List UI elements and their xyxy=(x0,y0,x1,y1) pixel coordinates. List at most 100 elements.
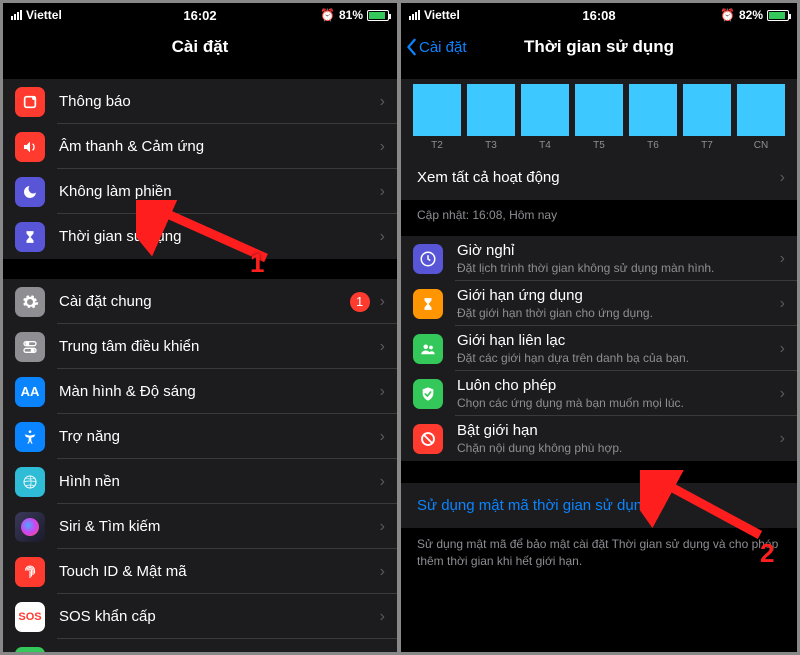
chart-bar xyxy=(683,84,731,136)
row-label: Trợ năng xyxy=(59,428,374,445)
row-always-allowed[interactable]: Luôn cho phép Chọn các ứng dụng mà bạn m… xyxy=(401,371,797,416)
row-display[interactable]: AA Màn hình & Độ sáng › xyxy=(3,369,397,414)
clock: 16:08 xyxy=(582,8,615,23)
nav-bar: Cài đặt Thời gian sử dụng xyxy=(401,27,797,67)
row-sos[interactable]: SOS SOS khẩn cấp › xyxy=(3,594,397,639)
row-battery[interactable]: Pin › xyxy=(3,639,397,655)
row-notifications[interactable]: Thông báo › xyxy=(3,79,397,124)
row-general[interactable]: Cài đặt chung 1 › xyxy=(3,279,397,324)
row-title: Giới hạn ứng dụng xyxy=(457,287,774,304)
chart-bar-label: T4 xyxy=(539,140,551,151)
chart-bar-label: T6 xyxy=(647,140,659,151)
gear-icon xyxy=(15,287,45,317)
nav-bar: Cài đặt xyxy=(3,27,397,67)
battery-icon xyxy=(367,10,389,21)
display-icon: AA xyxy=(15,377,45,407)
row-title: Bật giới hạn xyxy=(457,422,774,439)
chart-bar xyxy=(413,84,461,136)
row-title: Luôn cho phép xyxy=(457,377,774,394)
chart-bar xyxy=(521,84,569,136)
row-label: Trung tâm điều khiển xyxy=(59,338,374,355)
row-controlcenter[interactable]: Trung tâm điều khiển › xyxy=(3,324,397,369)
row-wallpaper[interactable]: Hình nền › xyxy=(3,459,397,504)
row-use-passcode[interactable]: Sử dụng mật mã thời gian sử dụng xyxy=(401,483,797,528)
row-label: Không làm phiền xyxy=(59,183,374,200)
chevron-right-icon: › xyxy=(780,250,785,268)
page-title: Cài đặt xyxy=(172,37,229,57)
row-see-all-activity[interactable]: Xem tất cả hoạt động › xyxy=(401,155,797,200)
alarm-icon: ⏰ xyxy=(320,8,335,22)
row-label: Siri & Tìm kiếm xyxy=(59,518,374,535)
signal-icon xyxy=(409,10,420,20)
siri-icon xyxy=(15,512,45,542)
signal-icon xyxy=(11,10,22,20)
last-updated-label: Cập nhật: 16:08, Hôm nay xyxy=(401,200,797,230)
passcode-group: Sử dụng mật mã thời gian sử dụng xyxy=(401,483,797,528)
passcode-footer-note: Sử dụng mật mã để bảo mật cài đặt Thời g… xyxy=(401,528,797,586)
battery-percent: 82% xyxy=(739,8,763,22)
row-app-limits[interactable]: Giới hạn ứng dụng Đặt giới hạn thời gian… xyxy=(401,281,797,326)
chevron-right-icon: › xyxy=(380,183,385,201)
fingerprint-icon xyxy=(15,557,45,587)
settings-group-general: Cài đặt chung 1 › Trung tâm điều khiển ›… xyxy=(3,279,397,655)
chevron-right-icon: › xyxy=(380,608,385,626)
row-screentime[interactable]: Thời gian sử dụng › xyxy=(3,214,397,259)
chevron-right-icon: › xyxy=(780,340,785,358)
hourglass-icon xyxy=(15,222,45,252)
chart-bar xyxy=(575,84,623,136)
row-label: Cài đặt chung xyxy=(59,293,350,310)
chevron-right-icon: › xyxy=(780,295,785,313)
weekly-usage-chart: T2 T3 T4 T5 T6 T7 CN xyxy=(401,85,797,155)
row-subtitle: Đặt lịch trình thời gian không sử dụng m… xyxy=(457,261,774,275)
battery-icon xyxy=(767,10,789,21)
row-accessibility[interactable]: Trợ năng › xyxy=(3,414,397,459)
chevron-right-icon: › xyxy=(380,428,385,446)
chevron-right-icon: › xyxy=(380,338,385,356)
accessibility-icon xyxy=(15,422,45,452)
row-siri[interactable]: Siri & Tìm kiếm › xyxy=(3,504,397,549)
row-label: Thời gian sử dụng xyxy=(59,228,374,245)
row-subtitle: Đặt các giới hạn dựa trên danh bạ của bạ… xyxy=(457,351,774,365)
row-content-restrictions[interactable]: Bật giới hạn Chặn nội dung không phù hợp… xyxy=(401,416,797,461)
row-label: Thông báo xyxy=(59,93,374,110)
carrier-label: Viettel xyxy=(424,8,460,22)
row-downtime[interactable]: Giờ nghỉ Đặt lịch trình thời gian không … xyxy=(401,236,797,281)
row-dnd[interactable]: Không làm phiền › xyxy=(3,169,397,214)
check-shield-icon xyxy=(413,379,443,409)
moon-icon xyxy=(15,177,45,207)
chevron-right-icon: › xyxy=(380,228,385,246)
row-title: Giới hạn liên lạc xyxy=(457,332,774,349)
row-label: Hình nền xyxy=(59,473,374,490)
row-label: Xem tất cả hoạt động xyxy=(417,169,774,186)
settings-group-notifications: Thông báo › Âm thanh & Cảm ứng › Không l… xyxy=(3,79,397,259)
chevron-right-icon: › xyxy=(380,293,385,311)
chart-bar-label: CN xyxy=(754,140,768,151)
usage-chart-group: T2 T3 T4 T5 T6 T7 CN Xem tất cả hoạt độn… xyxy=(401,79,797,200)
page-title: Thời gian sử dụng xyxy=(524,37,674,57)
battery-row-icon xyxy=(15,647,45,655)
row-label: Màn hình & Độ sáng xyxy=(59,383,374,400)
hourglass-icon xyxy=(413,289,443,319)
wallpaper-icon xyxy=(15,467,45,497)
phone-left-settings: Viettel 16:02 ⏰ 81% Cài đặt Thông báo › … xyxy=(0,0,400,655)
annotation-number-2: 2 xyxy=(760,538,774,569)
row-subtitle: Đặt giới hạn thời gian cho ứng dụng. xyxy=(457,306,774,320)
back-label: Cài đặt xyxy=(419,39,467,56)
carrier-label: Viettel xyxy=(26,8,62,22)
clock: 16:02 xyxy=(183,8,216,23)
chart-bar xyxy=(737,84,785,136)
annotation-number-1: 1 xyxy=(250,248,264,279)
status-bar: Viettel 16:08 ⏰ 82% xyxy=(401,3,797,27)
back-button[interactable]: Cài đặt xyxy=(405,38,467,56)
chevron-right-icon: › xyxy=(380,563,385,581)
chevron-right-icon: › xyxy=(380,138,385,156)
chevron-right-icon: › xyxy=(380,383,385,401)
row-label: Âm thanh & Cảm ứng xyxy=(59,138,374,155)
chevron-right-icon: › xyxy=(780,169,785,187)
prohibit-icon xyxy=(413,424,443,454)
row-communication-limits[interactable]: Giới hạn liên lạc Đặt các giới hạn dựa t… xyxy=(401,326,797,371)
chevron-right-icon: › xyxy=(380,518,385,536)
row-sounds[interactable]: Âm thanh & Cảm ứng › xyxy=(3,124,397,169)
row-touchid[interactable]: Touch ID & Mật mã › xyxy=(3,549,397,594)
row-label: Sử dụng mật mã thời gian sử dụng xyxy=(417,497,785,514)
